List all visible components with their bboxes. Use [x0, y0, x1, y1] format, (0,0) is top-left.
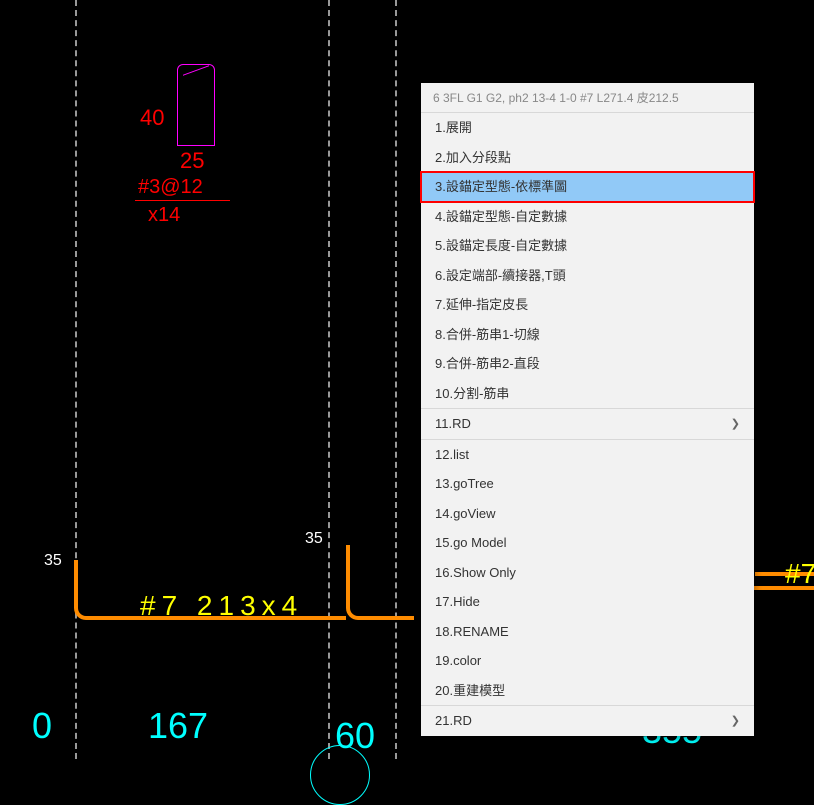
menu-item-hide[interactable]: 17.Hide [421, 587, 754, 617]
menu-item-goview[interactable]: 14.goView [421, 499, 754, 529]
menu-item-gomodel[interactable]: 15.go Model [421, 528, 754, 558]
guide-line [328, 0, 330, 759]
rebar-right-label: #7 [785, 558, 814, 590]
menu-item-showonly[interactable]: 16.Show Only [421, 558, 754, 588]
menu-item-expand[interactable]: 1.展開 [421, 113, 754, 143]
menu-item-anchor-custom[interactable]: 4.設錨定型態-自定數據 [421, 202, 754, 232]
menu-item-rebuild[interactable]: 20.重建模型 [421, 676, 754, 706]
menu-item-list[interactable]: 12.list [421, 440, 754, 470]
menu-item-anchor-standard[interactable]: 3.設錨定型態-依標準圖 [421, 172, 754, 202]
chevron-right-icon: ❯ [731, 713, 740, 730]
dim-label: 40 [140, 105, 164, 131]
menu-item-rd-21[interactable]: 21.RD ❯ [421, 706, 754, 736]
grid-dim: 0 [32, 705, 52, 747]
menu-item-merge-cut[interactable]: 8.合併-筋串1-切線 [421, 320, 754, 350]
rebar-main-label: #7 213x4 [140, 590, 303, 622]
spec-divider [135, 200, 230, 201]
chevron-right-icon: ❯ [731, 416, 740, 433]
rebar-spec: #3@12 [138, 176, 203, 199]
menu-item-rename[interactable]: 18.RENAME [421, 617, 754, 647]
menu-item-gotree[interactable]: 13.goTree [421, 469, 754, 499]
grid-bubble [310, 745, 370, 805]
menu-item-color[interactable]: 19.color [421, 646, 754, 676]
hook-dim: 35 [44, 552, 62, 570]
rebar-count: x14 [148, 204, 180, 227]
grid-dim: 167 [148, 705, 208, 747]
menu-item-rd-11[interactable]: 11.RD ❯ [421, 409, 754, 439]
hook-dim: 35 [305, 530, 323, 548]
menu-item-add-segment[interactable]: 2.加入分段點 [421, 143, 754, 173]
menu-item-merge-straight[interactable]: 9.合併-筋串2-直段 [421, 349, 754, 379]
context-menu: 6 3FL G1 G2, ph2 13-4 1-0 #7 L271.4 皮212… [421, 83, 754, 736]
menu-item-extend[interactable]: 7.延伸-指定皮長 [421, 290, 754, 320]
menu-header: 6 3FL G1 G2, ph2 13-4 1-0 #7 L271.4 皮212… [421, 83, 754, 112]
rebar-hook-mid [346, 545, 414, 620]
menu-item-anchor-length[interactable]: 5.設錨定長度-自定數據 [421, 231, 754, 261]
menu-item-end-coupler[interactable]: 6.設定端部-續接器,T頭 [421, 261, 754, 291]
dim-label: 25 [180, 148, 204, 174]
guide-line [395, 0, 397, 759]
menu-item-split[interactable]: 10.分割-筋串 [421, 379, 754, 409]
guide-line [75, 0, 77, 759]
